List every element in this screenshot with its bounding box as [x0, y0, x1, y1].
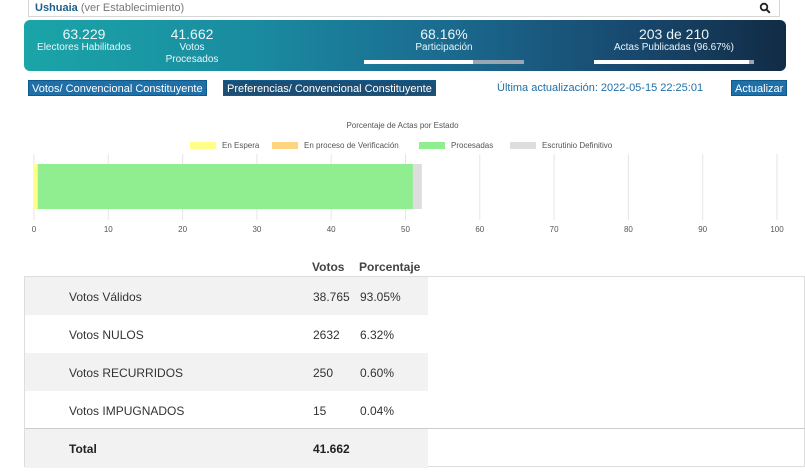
table-row: Votos Válidos 38.765 93.05%: [25, 277, 428, 315]
legend-label: En Espera: [222, 141, 260, 150]
chart-title: Porcentaje de Actas por Estado: [346, 121, 459, 130]
row-name: Votos RECURRIDOS: [69, 366, 184, 380]
row-name: Votos Válidos: [69, 290, 142, 304]
x-tick-label: 10: [104, 225, 113, 234]
actas-stat: 203 de 210 Actas Publicadas (96.67%): [594, 26, 754, 54]
last-update-text: Última actualización: 2022-05-15 22:25:0…: [497, 82, 704, 94]
row-percentage: 93.05%: [360, 290, 401, 304]
x-tick-label: 100: [770, 225, 784, 234]
header-percentage: Porcentaje: [359, 260, 421, 274]
legend-label: Escrutinio Definitivo: [542, 141, 613, 150]
actas-chart: 0 10 20 30 40 50 60 70 80 90 100: [32, 154, 784, 234]
actas-progress-fill: [594, 60, 749, 64]
participacion-stat: 68.16% Participación: [364, 26, 524, 54]
tab-votos[interactable]: Votos/ Convencional Constituyente: [28, 80, 207, 96]
votos-label-2: Procesados: [165, 54, 219, 65]
row-name: Votos NULOS: [69, 328, 144, 342]
x-tick-label: 50: [401, 225, 410, 234]
location-label: Ushuaia (ver Establecimiento): [35, 2, 184, 14]
x-tick-label: 90: [698, 225, 707, 234]
legend-swatch: [419, 142, 445, 150]
participacion-progress-fill: [364, 60, 474, 64]
participacion-value: 68.16%: [420, 26, 468, 42]
establishment-search[interactable]: Ushuaia (ver Establecimiento): [28, 0, 780, 17]
row-votes: 2632: [313, 328, 340, 342]
x-tick-label: 40: [327, 225, 336, 234]
electores-value: 63.229: [62, 26, 106, 42]
results-table: Votos Válidos 38.765 93.05% Votos NULOS …: [24, 276, 805, 468]
votos-label-1: Votos: [179, 42, 205, 53]
search-icon[interactable]: [759, 2, 771, 14]
row-votes: 38.765: [313, 290, 350, 304]
electores-stat: 63.229 Electores Habilitados: [24, 26, 144, 54]
total-label: Total: [69, 442, 97, 456]
total-votes: 41.662: [313, 442, 350, 456]
total-row: Total 41.662: [25, 428, 805, 468]
participacion-label: Participación: [415, 42, 473, 53]
x-tick-label: 60: [475, 225, 484, 234]
row-percentage: 0.04%: [360, 404, 395, 418]
update-button[interactable]: Actualizar: [731, 80, 788, 96]
x-tick-label: 80: [624, 225, 633, 234]
table-row: Votos RECURRIDOS 250 0.60%: [25, 353, 428, 391]
x-tick-label: 0: [32, 225, 37, 234]
stats-panel: 63.229 Electores Habilitados 41.662 Voto…: [24, 20, 786, 71]
legend-label: En proceso de Verificación: [304, 141, 399, 150]
bar-segment[interactable]: [412, 164, 422, 209]
legend-label: Procesadas: [451, 141, 494, 150]
legend-item[interactable]: Procesadas: [419, 141, 493, 150]
row-name: Votos IMPUGNADOS: [69, 404, 185, 418]
votos-stat: 41.662 Votos Procesados: [152, 26, 232, 66]
legend-swatch: [272, 142, 298, 150]
electores-label: Electores Habilitados: [37, 42, 131, 53]
location-hint: (ver Establecimiento): [80, 2, 185, 14]
x-tick-label: 70: [550, 225, 559, 234]
legend-swatch: [190, 142, 216, 150]
legend-swatch: [510, 142, 536, 150]
table-row: Votos NULOS 2632 6.32%: [25, 315, 428, 353]
table-row: Votos IMPUGNADOS 15 0.04%: [25, 391, 428, 429]
bar-segment[interactable]: [34, 164, 38, 209]
bar-segment[interactable]: [37, 164, 413, 209]
legend-item[interactable]: En proceso de Verificación: [272, 141, 399, 150]
location-name: Ushuaia: [35, 2, 78, 14]
row-percentage: 0.60%: [360, 366, 395, 380]
row-percentage: 6.32%: [360, 328, 395, 342]
x-tick-label: 20: [178, 225, 187, 234]
actas-progress: [594, 60, 754, 64]
legend-item[interactable]: Escrutinio Definitivo: [510, 141, 612, 150]
row-votes: 250: [313, 366, 334, 380]
row-votes: 15: [313, 404, 327, 418]
x-tick-label: 30: [252, 225, 261, 234]
votos-value: 41.662: [170, 26, 214, 42]
actas-label: Actas Publicadas (96.67%): [613, 42, 735, 53]
tab-preferencias[interactable]: Preferencias/ Convencional Constituyente: [223, 80, 436, 96]
actas-value: 203 de 210: [638, 26, 710, 42]
legend-item[interactable]: En Espera: [190, 141, 259, 150]
header-votes: Votos: [312, 260, 345, 274]
participacion-progress: [364, 60, 524, 64]
